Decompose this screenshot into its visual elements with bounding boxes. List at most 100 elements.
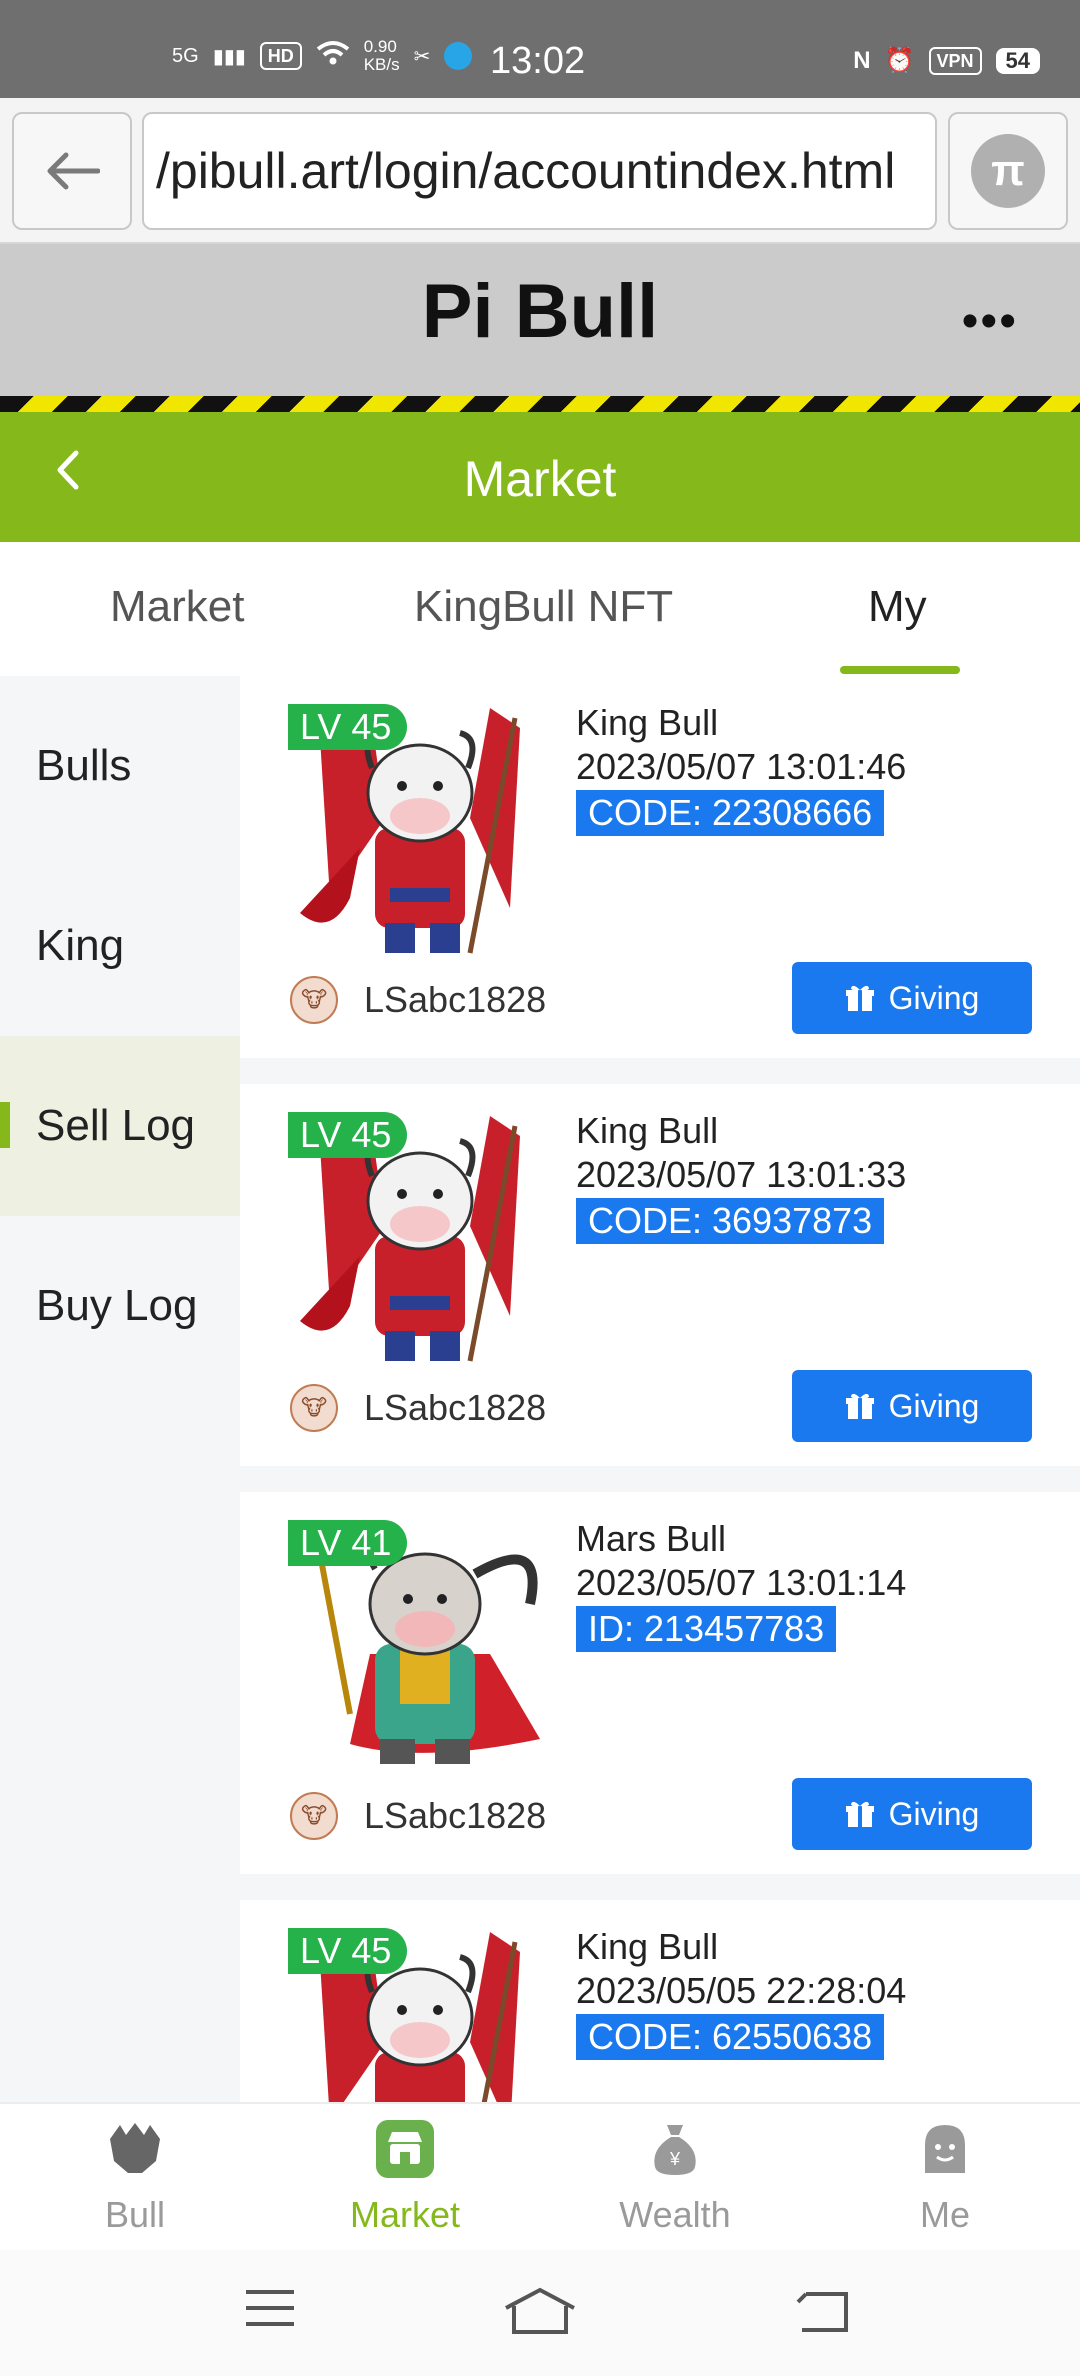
tab-bar: Market KingBull NFT My (0, 542, 1080, 676)
nft-name: King Bull (576, 1110, 719, 1151)
nft-datetime: 2023/05/05 22:28:04 (576, 1970, 907, 2011)
nft-code-badge: CODE: 62550638 (576, 2014, 885, 2060)
tab-my[interactable]: My (868, 582, 927, 632)
avatar: 🐮 (290, 1384, 338, 1432)
giving-label: Giving (888, 1387, 980, 1424)
nft-card[interactable]: LV 45 King Bull 2023/05/07 13:01:46 CODE… (240, 676, 1080, 1058)
sidebar-item-sell-log[interactable]: Sell Log (0, 1036, 240, 1216)
wealth-icon: ¥ (644, 2118, 706, 2180)
network-speed-value: 0.90 (363, 37, 397, 56)
market-icon (374, 2118, 436, 2180)
owner-info: 🐮 LSabc1828 (290, 1792, 546, 1840)
url-field[interactable]: /pibull.art/login/accountindex.html (142, 112, 937, 230)
avatar: 🐮 (290, 976, 338, 1024)
nft-datetime: 2023/05/07 13:01:14 (576, 1562, 907, 1603)
network-speed: 0.90 KB/s (364, 38, 400, 74)
sidebar-item-label: Bulls (36, 741, 132, 790)
app-notification-icon (444, 42, 473, 70)
hd-indicator: HD (259, 42, 302, 70)
nft-datetime: 2023/05/07 13:01:33 (576, 1154, 907, 1195)
app-header: Pi Bull ••• (0, 244, 1080, 396)
tab-market[interactable]: Market (110, 582, 244, 632)
svg-text:¥: ¥ (669, 2149, 681, 2169)
scissors-icon: ✂ (413, 45, 431, 68)
nft-card[interactable]: LV 45 King Bull 2023/05/05 22:28:04 CODE… (240, 1900, 1080, 2102)
bull-icon (104, 2118, 166, 2180)
nav-me[interactable]: Me (810, 2104, 1080, 2252)
market-title: Market (463, 451, 617, 507)
level-badge: LV 45 (288, 1112, 408, 1158)
pi-icon: π (971, 134, 1045, 208)
giving-label: Giving (888, 1795, 980, 1832)
tab-kingbull-nft[interactable]: KingBull NFT (414, 582, 673, 632)
hazard-stripe-divider (0, 396, 1080, 412)
system-nav-bar (0, 2250, 1080, 2376)
level-badge: LV 45 (288, 1928, 408, 1974)
owner-username: LSabc1828 (364, 1387, 547, 1428)
sidebar-item-king[interactable]: King (0, 856, 240, 1036)
nft-name: King Bull (576, 702, 719, 743)
status-bar: 5G ▮▮▮ HD 0.90 KB/s ✂ 13:02 N ⏰ VPN 54 (0, 0, 1080, 98)
nav-label: Bull (104, 2194, 166, 2235)
market-bar: Market (0, 412, 1080, 542)
nfc-icon: N (853, 46, 871, 74)
wifi-icon (316, 40, 350, 72)
nav-bull[interactable]: Bull (0, 2104, 270, 2252)
giving-label: Giving (888, 979, 980, 1016)
nft-name: Mars Bull (576, 1518, 727, 1559)
sidebar: Bulls King Sell Log Buy Log (0, 676, 240, 2102)
gift-icon (845, 1801, 874, 1827)
pi-browser-button[interactable]: π (948, 112, 1068, 230)
nft-code-badge: CODE: 36937873 (576, 1198, 885, 1244)
status-icons: 5G ▮▮▮ HD 0.90 KB/s ✂ (172, 38, 473, 74)
alarm-icon: ⏰ (884, 47, 915, 74)
vpn-indicator: VPN (928, 46, 982, 75)
signal-icon: ▮▮▮ (212, 45, 246, 68)
sidebar-item-buy-log[interactable]: Buy Log (0, 1216, 240, 1396)
nav-label: Wealth (619, 2194, 731, 2235)
level-badge: LV 41 (288, 1520, 408, 1566)
network-speed-unit: KB/s (363, 55, 400, 74)
giving-button[interactable]: Giving (792, 962, 1032, 1034)
status-right: N ⏰ VPN 54 (853, 46, 1040, 75)
owner-username: LSabc1828 (364, 1795, 547, 1836)
network-indicator: 5G (172, 44, 199, 67)
gift-icon (845, 1393, 874, 1419)
gift-icon (845, 985, 874, 1011)
giving-button[interactable]: Giving (792, 1370, 1032, 1442)
nav-market[interactable]: Market (270, 2104, 540, 2252)
giving-button[interactable]: Giving (792, 1778, 1032, 1850)
nft-card[interactable]: LV 41 Mars Bull 2023/05/07 13:01:14 ID: … (240, 1492, 1080, 1874)
browser-bar: /pibull.art/login/accountindex.html π (0, 98, 1080, 244)
back-nav-icon[interactable] (796, 2286, 852, 2334)
sidebar-item-label: King (36, 921, 125, 970)
nft-name: King Bull (576, 1926, 719, 1967)
sidebar-item-label: Buy Log (36, 1281, 198, 1330)
active-tab-indicator (840, 666, 960, 674)
nav-label: Market (349, 2194, 461, 2235)
me-icon (914, 2118, 976, 2180)
arrow-left-icon (47, 152, 100, 190)
browser-back-button[interactable] (12, 112, 132, 230)
nft-list: LV 45 King Bull 2023/05/07 13:01:46 CODE… (240, 676, 1080, 2102)
app-title: Pi Bull (421, 269, 659, 354)
sidebar-item-label: Sell Log (36, 1101, 196, 1150)
level-badge: LV 45 (288, 704, 408, 750)
menu-icon[interactable] (244, 2286, 296, 2330)
owner-username: LSabc1828 (364, 979, 547, 1020)
owner-info: 🐮 LSabc1828 (290, 1384, 546, 1432)
nft-datetime: 2023/05/07 13:01:46 (576, 746, 907, 787)
status-time: 13:02 (490, 40, 586, 82)
owner-info: 🐮 LSabc1828 (290, 976, 546, 1024)
home-icon[interactable] (502, 2286, 578, 2336)
nft-id-badge: ID: 213457783 (576, 1606, 837, 1652)
more-menu-button[interactable]: ••• (962, 294, 1018, 349)
nft-code-badge: CODE: 22308666 (576, 790, 885, 836)
sidebar-item-bulls[interactable]: Bulls (0, 676, 240, 856)
nav-wealth[interactable]: ¥ Wealth (540, 2104, 810, 2252)
bottom-nav: Bull Market ¥ Wealth Me (0, 2102, 1080, 2250)
nav-label: Me (919, 2194, 970, 2235)
nft-card[interactable]: LV 45 King Bull 2023/05/07 13:01:33 CODE… (240, 1084, 1080, 1466)
avatar: 🐮 (290, 1792, 338, 1840)
battery-indicator: 54 (995, 47, 1040, 74)
